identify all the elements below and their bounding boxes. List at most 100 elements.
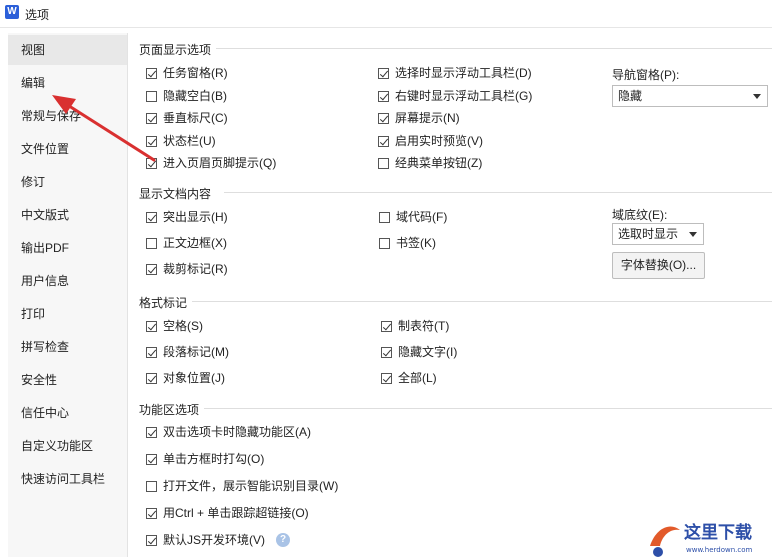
section-title-ribbon: 功能区选项: [139, 401, 204, 418]
checkbox-label: 经典菜单按钮(Z): [395, 156, 483, 170]
checkbox-box[interactable]: [146, 481, 157, 492]
checkbox-label: 用Ctrl + 单击跟踪超链接(O): [163, 506, 309, 520]
checkbox-label: 隐藏空白(B): [163, 89, 227, 103]
checkbox-smart-toc[interactable]: 打开文件，展示智能识别目录(W): [146, 478, 338, 496]
logo-swoosh: [650, 526, 680, 546]
field-shading-select[interactable]: 选取时显示: [612, 223, 704, 245]
checkbox-box[interactable]: [146, 136, 157, 147]
sidebar-item-user-info[interactable]: 用户信息: [8, 266, 127, 296]
sidebar-item-chinese-layout[interactable]: 中文版式: [8, 200, 127, 230]
checkbox-box[interactable]: [146, 508, 157, 519]
checkbox-ctrl-click-link[interactable]: 用Ctrl + 单击跟踪超链接(O): [146, 505, 309, 523]
checkbox-box[interactable]: [381, 321, 392, 332]
help-icon[interactable]: ?: [276, 533, 290, 547]
section-title-format-marks: 格式标记: [139, 294, 192, 311]
checkbox-box[interactable]: [146, 454, 157, 465]
checkbox-spaces[interactable]: 空格(S): [146, 318, 203, 336]
checkbox-label: 默认JS开发环境(V): [163, 533, 266, 547]
checkbox-box[interactable]: [146, 91, 157, 102]
chevron-down-icon: [689, 232, 697, 237]
checkbox-label: 右键时显示浮动工具栏(G): [395, 89, 533, 103]
checkbox-float-toolbar-rightclick[interactable]: 右键时显示浮动工具栏(G): [378, 88, 532, 106]
checkbox-box[interactable]: [146, 321, 157, 332]
checkbox-label: 垂直标尺(C): [163, 111, 228, 125]
checkbox-status-bar[interactable]: 状态栏(U): [146, 133, 216, 151]
checkbox-highlight[interactable]: 突出显示(H): [146, 209, 228, 227]
section-divider: [204, 408, 772, 409]
title-bar: W 选项: [0, 0, 772, 28]
sidebar-item-view[interactable]: 视图: [8, 35, 127, 65]
sidebar-item-customize-ribbon[interactable]: 自定义功能区: [8, 431, 127, 461]
checkbox-tab-chars[interactable]: 制表符(T): [381, 318, 449, 336]
checkbox-default-js-env[interactable]: 默认JS开发环境(V): [146, 532, 265, 550]
checkbox-hidden-text[interactable]: 隐藏文字(I): [381, 344, 457, 362]
checkbox-box[interactable]: [146, 113, 157, 124]
checkbox-vertical-ruler[interactable]: 垂直标尺(C): [146, 110, 228, 128]
sidebar-item-general-save[interactable]: 常规与保存: [8, 101, 127, 131]
field-shading-label: 域底纹(E):: [612, 208, 668, 222]
sidebar-item-edit[interactable]: 编辑: [8, 68, 127, 98]
checkbox-box[interactable]: [146, 264, 157, 275]
checkbox-label: 全部(L): [398, 371, 437, 385]
checkbox-all-marks[interactable]: 全部(L): [381, 370, 437, 388]
window-title: 选项: [25, 8, 50, 22]
sidebar-item-trust-center[interactable]: 信任中心: [8, 398, 127, 428]
sidebar-item-revision[interactable]: 修订: [8, 167, 127, 197]
checkbox-box[interactable]: [146, 347, 157, 358]
sidebar-item-security[interactable]: 安全性: [8, 365, 127, 395]
checkbox-live-preview[interactable]: 启用实时预览(V): [378, 133, 483, 151]
checkbox-box[interactable]: [378, 91, 389, 102]
checkbox-box[interactable]: [381, 373, 392, 384]
checkbox-label: 书签(K): [396, 236, 436, 250]
checkbox-box[interactable]: [146, 212, 157, 223]
font-substitution-button[interactable]: 字体替换(O)...: [612, 252, 705, 279]
checkbox-classic-menu[interactable]: 经典菜单按钮(Z): [378, 155, 482, 173]
checkbox-crop-marks[interactable]: 裁剪标记(R): [146, 261, 228, 279]
logo-dot: [653, 547, 663, 557]
checkbox-label: 隐藏文字(I): [398, 345, 458, 359]
nav-pane-label: 导航窗格(P):: [612, 68, 680, 82]
checkbox-box[interactable]: [146, 158, 157, 169]
options-sidebar: 视图 编辑 常规与保存 文件位置 修订 中文版式 输出PDF 用户信息 打印 拼…: [8, 33, 128, 557]
checkbox-label: 正文边框(X): [163, 236, 227, 250]
checkbox-dblclick-hide-ribbon[interactable]: 双击选项卡时隐藏功能区(A): [146, 424, 311, 442]
checkbox-screen-tips[interactable]: 屏幕提示(N): [378, 110, 460, 128]
checkbox-task-pane[interactable]: 任务窗格(R): [146, 65, 228, 83]
checkbox-label: 双击选项卡时隐藏功能区(A): [163, 425, 311, 439]
sidebar-item-export-pdf[interactable]: 输出PDF: [8, 233, 127, 263]
checkbox-box[interactable]: [146, 427, 157, 438]
checkbox-box[interactable]: [378, 158, 389, 169]
checkbox-box[interactable]: [379, 238, 390, 249]
watermark-url: www.herdown.com: [686, 546, 753, 554]
nav-pane-select[interactable]: 隐藏: [612, 85, 768, 107]
checkbox-text-boundaries[interactable]: 正文边框(X): [146, 235, 227, 253]
checkbox-box[interactable]: [381, 347, 392, 358]
checkbox-box[interactable]: [146, 238, 157, 249]
section-divider: [224, 192, 772, 193]
checkbox-click-box-check[interactable]: 单击方框时打勾(O): [146, 451, 264, 469]
section-title-doc-content: 显示文档内容: [139, 185, 216, 202]
checkbox-box[interactable]: [378, 68, 389, 79]
checkbox-label: 启用实时预览(V): [395, 134, 483, 148]
checkbox-label: 域代码(F): [396, 210, 448, 224]
checkbox-box[interactable]: [146, 373, 157, 384]
checkbox-bookmarks[interactable]: 书签(K): [379, 235, 436, 253]
checkbox-label: 制表符(T): [398, 319, 450, 333]
checkbox-field-codes[interactable]: 域代码(F): [379, 209, 447, 227]
checkbox-header-footer-tip[interactable]: 进入页眉页脚提示(Q): [146, 155, 276, 173]
checkbox-box[interactable]: [378, 136, 389, 147]
checkbox-paragraph-marks[interactable]: 段落标记(M): [146, 344, 229, 362]
sidebar-item-print[interactable]: 打印: [8, 299, 127, 329]
checkbox-float-toolbar-select[interactable]: 选择时显示浮动工具栏(D): [378, 65, 532, 83]
checkbox-object-anchors[interactable]: 对象位置(J): [146, 370, 225, 388]
field-shading-value: 选取时显示: [618, 227, 679, 241]
checkbox-box[interactable]: [146, 535, 157, 546]
checkbox-box[interactable]: [378, 113, 389, 124]
sidebar-item-spell-check[interactable]: 拼写检查: [8, 332, 127, 362]
checkbox-box[interactable]: [379, 212, 390, 223]
checkbox-box[interactable]: [146, 68, 157, 79]
sidebar-item-quick-access-toolbar[interactable]: 快速访问工具栏: [8, 464, 127, 494]
checkbox-hide-whitespace[interactable]: 隐藏空白(B): [146, 88, 227, 106]
sidebar-item-file-locations[interactable]: 文件位置: [8, 134, 127, 164]
nav-pane-value: 隐藏: [618, 89, 643, 103]
